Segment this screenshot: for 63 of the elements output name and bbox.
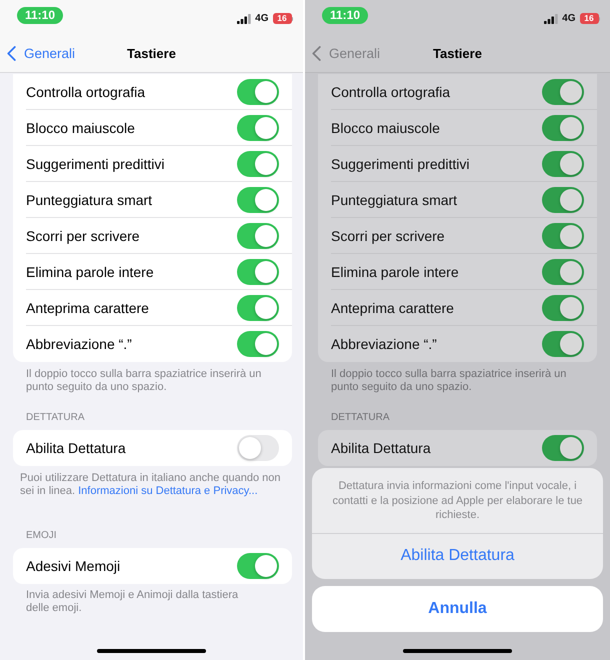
setting-label: Elimina parole intere bbox=[26, 262, 154, 280]
battery-indicator: 16 bbox=[580, 13, 600, 24]
toggle-switch[interactable] bbox=[237, 331, 279, 357]
network-label: 4G bbox=[562, 13, 576, 24]
sheet-message: Dettatura invia informazioni come l'input vocale, i contatti e la posizione ad Apple per elaborare le tue richieste. bbox=[331, 479, 584, 523]
back-button[interactable]: Generali bbox=[312, 45, 380, 62]
section-header: DETTATURA bbox=[26, 411, 85, 425]
setting-label: Elimina parole intere bbox=[331, 262, 459, 280]
toggle-switch[interactable] bbox=[542, 150, 584, 176]
setting-label: Abbreviazione “.” bbox=[331, 335, 437, 353]
toggle-switch[interactable] bbox=[542, 222, 584, 248]
section-footer: Il doppio tocco sulla barra spaziatrice inserirà un punto seguito da uno spazio. bbox=[26, 368, 263, 394]
section-footer: Puoi utilizzare Dettatura in italiano anche quando non sei in linea. Informazioni su Dettatura e Privacy... bbox=[20, 472, 283, 498]
section-footer: Invia adesivi Memoji e Animoji dalla tastiera delle emoji. bbox=[26, 589, 263, 615]
setting-label: Abilita Dettatura bbox=[26, 439, 126, 457]
toggle-switch[interactable] bbox=[542, 78, 584, 104]
setting-label: Abbreviazione “.” bbox=[26, 335, 132, 353]
toggle-switch[interactable] bbox=[542, 331, 584, 357]
toggle-switch[interactable] bbox=[237, 222, 279, 248]
network-label: 4G bbox=[255, 13, 268, 24]
toggle-switch[interactable] bbox=[237, 186, 279, 212]
time-pill: 11:10 bbox=[322, 7, 368, 24]
toggle-switch[interactable] bbox=[542, 186, 584, 212]
setting-label: Blocco maiuscole bbox=[331, 118, 440, 136]
back-button[interactable]: Generali bbox=[7, 45, 76, 62]
toggle-switch[interactable] bbox=[542, 435, 584, 461]
setting-label: Scorri per scrivere bbox=[26, 226, 140, 244]
toggle-switch[interactable] bbox=[237, 78, 279, 104]
toggle-switch[interactable] bbox=[542, 114, 584, 140]
chevron-left-icon bbox=[312, 46, 321, 61]
setting-label: Suggerimenti predittivi bbox=[26, 154, 165, 172]
battery-indicator: 16 bbox=[272, 13, 293, 24]
toggle-switch[interactable] bbox=[237, 114, 279, 140]
setting-label: Anteprima carattere bbox=[331, 298, 454, 316]
time-pill: 11:10 bbox=[17, 7, 63, 24]
setting-label: Anteprima carattere bbox=[26, 298, 149, 316]
chevron-left-icon bbox=[7, 46, 16, 61]
sheet-action-button[interactable]: Abilita Dettatura bbox=[312, 532, 603, 578]
setting-label: Controlla ortografia bbox=[26, 82, 146, 100]
toggle-switch[interactable] bbox=[237, 294, 279, 320]
toggle-switch[interactable] bbox=[237, 552, 279, 578]
info-link[interactable]: Informazioni su Dettatura e Privacy... bbox=[78, 484, 258, 496]
setting-label: Punteggiatura smart bbox=[331, 190, 458, 208]
toggle-switch[interactable] bbox=[237, 258, 279, 284]
section-header: DETTATURA bbox=[331, 411, 390, 425]
setting-label: Controlla ortografia bbox=[331, 82, 450, 100]
cancel-button[interactable]: Annulla bbox=[312, 586, 603, 632]
setting-label: Scorri per scrivere bbox=[331, 226, 445, 244]
toggle-switch[interactable] bbox=[237, 435, 279, 461]
signal-icon bbox=[544, 14, 558, 24]
nav-title: Tastiere bbox=[127, 45, 176, 62]
setting-label: Suggerimenti predittivi bbox=[331, 154, 470, 172]
section-footer: Il doppio tocco sulla barra spaziatrice inserirà un punto seguito da uno spazio. bbox=[331, 368, 568, 394]
setting-label: Punteggiatura smart bbox=[26, 190, 152, 208]
setting-label: Adesivi Memoji bbox=[26, 556, 120, 574]
toggle-switch[interactable] bbox=[237, 150, 279, 176]
setting-label: Blocco maiuscole bbox=[26, 118, 135, 136]
nav-title: Tastiere bbox=[433, 45, 482, 62]
signal-icon bbox=[237, 14, 252, 24]
setting-label: Abilita Dettatura bbox=[331, 439, 431, 457]
toggle-switch[interactable] bbox=[542, 258, 584, 284]
section-header: EMOJI bbox=[26, 528, 57, 542]
toggle-switch[interactable] bbox=[542, 294, 584, 320]
